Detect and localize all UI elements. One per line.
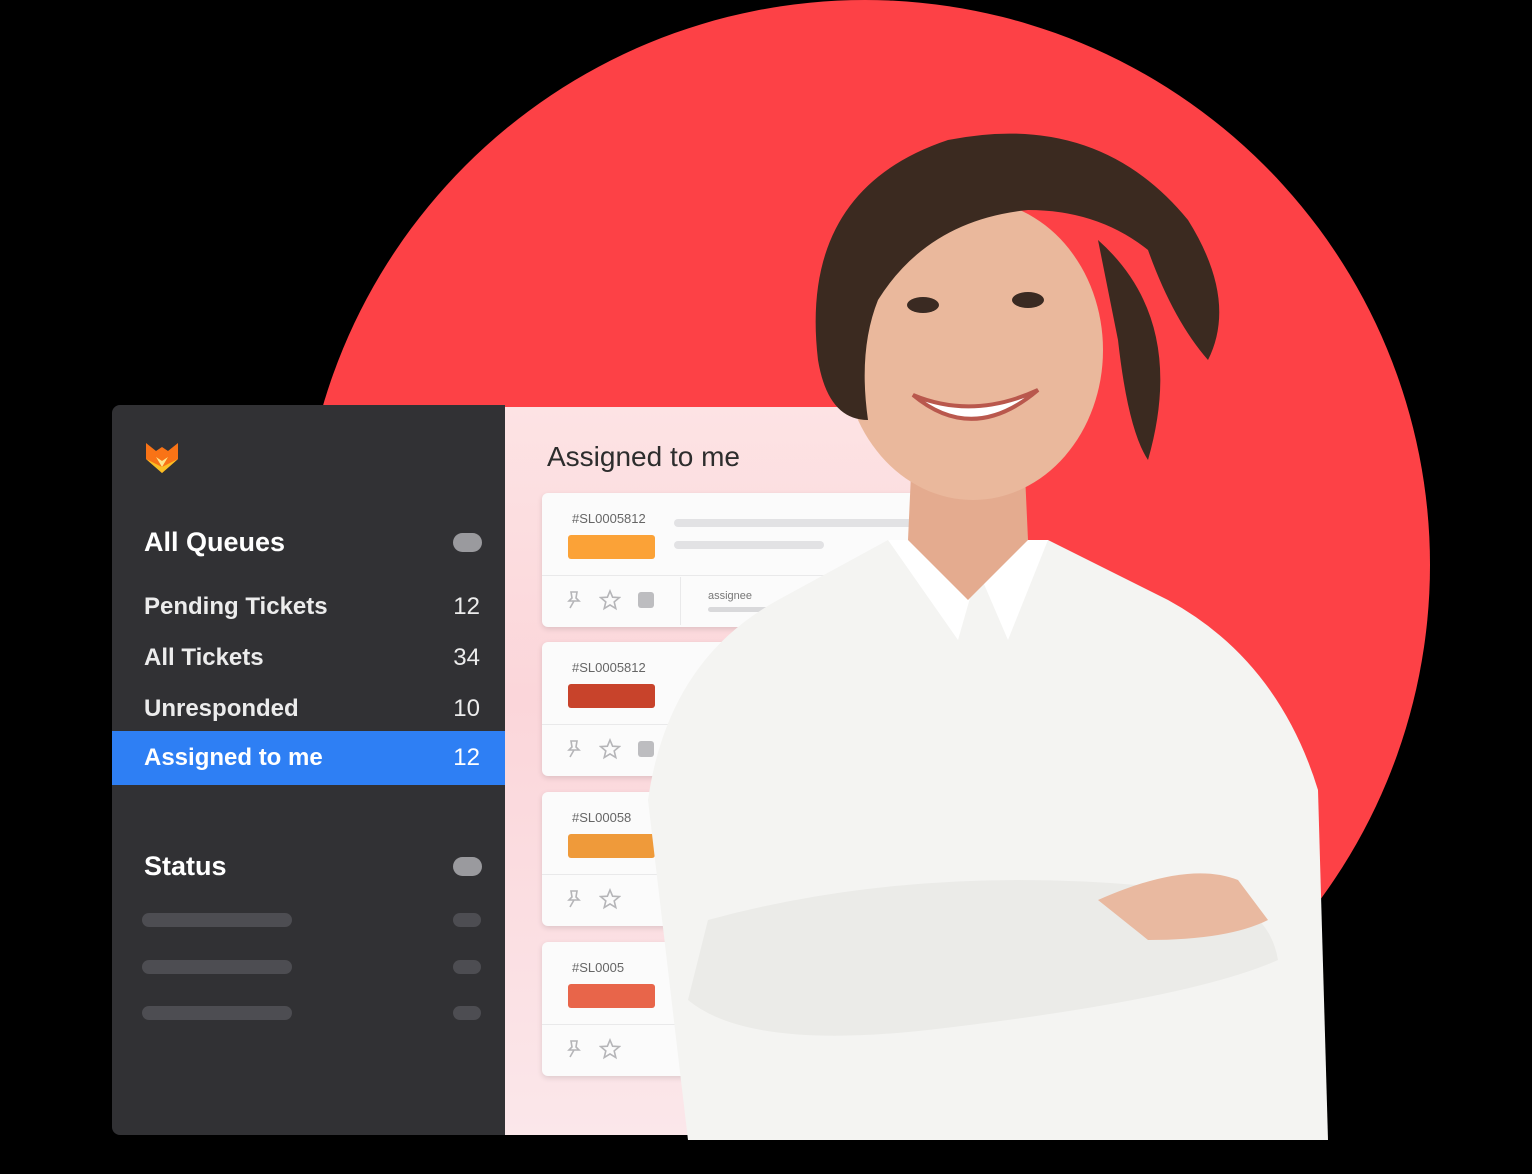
pin-icon[interactable]	[564, 889, 584, 909]
sidebar-item-assigned-to-me[interactable]: Assigned to me 12	[112, 731, 505, 785]
sidebar-item-pending-tickets[interactable]: Pending Tickets 12	[112, 580, 505, 634]
pin-icon[interactable]	[564, 590, 584, 610]
queues-collapse-toggle[interactable]	[453, 533, 482, 552]
sidebar-item-all-tickets[interactable]: All Tickets 34	[112, 631, 505, 685]
pin-icon[interactable]	[564, 739, 584, 759]
star-icon[interactable]	[599, 589, 621, 611]
sidebar-item-unresponded[interactable]: Unresponded 10	[112, 682, 505, 736]
support-agent-photo	[648, 133, 1328, 1140]
sidebar-item-label: Pending Tickets	[144, 593, 328, 620]
pin-icon[interactable]	[564, 1039, 584, 1059]
sidebar: All Queues Pending Tickets 12 All Ticket…	[112, 405, 505, 1135]
sidebar-item-count: 12	[453, 744, 480, 771]
status-collapse-toggle[interactable]	[453, 857, 482, 876]
sidebar-item-count: 12	[453, 593, 480, 620]
sidebar-item-label: All Tickets	[144, 644, 264, 671]
status-placeholder-count	[453, 960, 481, 974]
status-placeholder-count	[453, 1006, 481, 1020]
sidebar-item-count: 10	[453, 695, 480, 722]
ticket-id: #SL0005	[572, 960, 625, 975]
sidebar-item-label: Unresponded	[144, 695, 299, 722]
status-placeholder-line	[142, 960, 292, 974]
star-icon[interactable]	[599, 888, 621, 910]
sidebar-item-label: Assigned to me	[144, 744, 323, 771]
status-placeholder-count	[453, 913, 481, 927]
ticket-id: #SL00058	[572, 810, 632, 825]
queues-section-title: All Queues	[144, 527, 286, 557]
fox-logo-icon	[146, 443, 178, 473]
status-placeholder-line	[142, 1006, 292, 1020]
star-icon[interactable]	[599, 738, 621, 760]
star-icon[interactable]	[599, 1038, 621, 1060]
status-section-title: Status	[144, 851, 227, 881]
status-placeholder-line	[142, 913, 292, 927]
sidebar-item-count: 34	[453, 644, 480, 671]
